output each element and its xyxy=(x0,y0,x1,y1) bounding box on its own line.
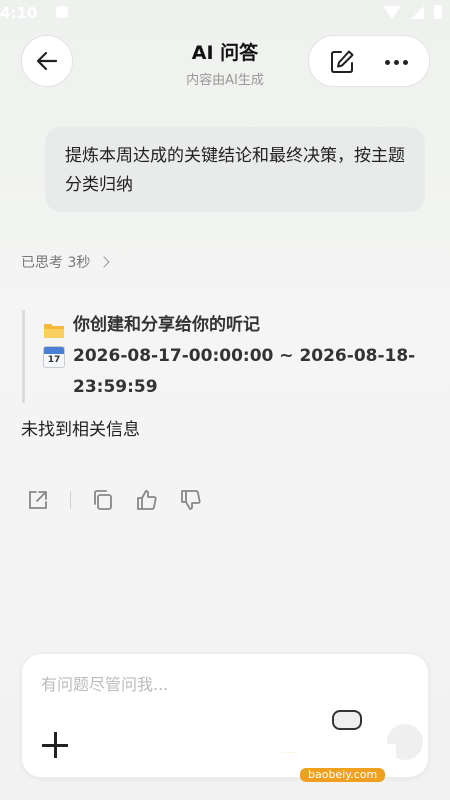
reference-date-range: 2026-08-17-00:00:00 ~ 2026-08-18-23:59:5… xyxy=(73,346,416,397)
share-button[interactable] xyxy=(24,486,52,514)
reference-source-row: 你创建和分享给你的听记 xyxy=(43,310,432,341)
chevron-right-icon xyxy=(98,256,111,268)
folder-icon xyxy=(43,319,65,338)
question-input[interactable] xyxy=(39,674,403,695)
reference-quote: 你创建和分享给你的听记 17 2026-08-17-00:00:00 ~ 202… xyxy=(22,310,432,403)
new-chat-button[interactable] xyxy=(329,49,355,75)
status-time: 4:10 xyxy=(0,4,38,22)
status-indicators xyxy=(383,5,442,19)
answer-actions xyxy=(24,486,205,514)
battery-icon xyxy=(434,5,442,19)
thumbs-down-icon xyxy=(181,490,201,510)
more-dot-icon xyxy=(402,59,408,65)
add-attachment-button[interactable] xyxy=(42,732,68,758)
more-button[interactable] xyxy=(379,49,413,75)
user-message-bubble: 提炼本周达成的关键结论和最终决策，按主题分类归纳 xyxy=(45,127,425,212)
thinking-label: 已思考 3秒 xyxy=(21,255,91,271)
reference-source-text: 你创建和分享给你的听记 xyxy=(73,315,260,335)
action-divider xyxy=(70,491,71,509)
header-title-block: AI 问答 内容由AI生成 xyxy=(155,38,295,88)
dislike-button[interactable] xyxy=(177,486,205,514)
user-message-text: 提炼本周达成的关键结论和最终决策，按主题分类归纳 xyxy=(65,146,405,195)
signal-icon xyxy=(411,5,424,19)
calendar-icon: 17 xyxy=(43,346,65,368)
thumbs-up-icon xyxy=(137,490,157,510)
share-icon xyxy=(29,491,47,509)
back-button[interactable] xyxy=(21,35,73,87)
more-dot-icon xyxy=(384,59,390,65)
arrow-left-icon xyxy=(36,51,58,71)
header-actions xyxy=(308,35,430,87)
gamepad-icon xyxy=(332,710,362,730)
copy-icon xyxy=(94,490,112,510)
status-bar: 4:10 xyxy=(0,0,450,26)
notification-icon xyxy=(56,6,68,18)
like-button[interactable] xyxy=(133,486,161,514)
watermark-url: baobeiy.com xyxy=(300,768,386,782)
page-title: AI 问答 xyxy=(191,42,259,64)
copy-button[interactable] xyxy=(89,486,117,514)
page-subtitle: 内容由AI生成 xyxy=(186,73,264,88)
more-dot-icon xyxy=(393,59,399,65)
ai-answer-text: 未找到相关信息 xyxy=(21,420,140,440)
edit-icon xyxy=(331,50,354,73)
watermark-logo: 宝贝游戏网 baobeiy.com xyxy=(270,708,430,782)
thinking-toggle[interactable]: 已思考 3秒 xyxy=(21,252,111,272)
reference-date-row: 17 2026-08-17-00:00:00 ~ 2026-08-18-23:5… xyxy=(43,341,432,403)
wifi-icon xyxy=(383,5,401,19)
watermark-text: 宝贝游戏网 xyxy=(278,743,398,770)
